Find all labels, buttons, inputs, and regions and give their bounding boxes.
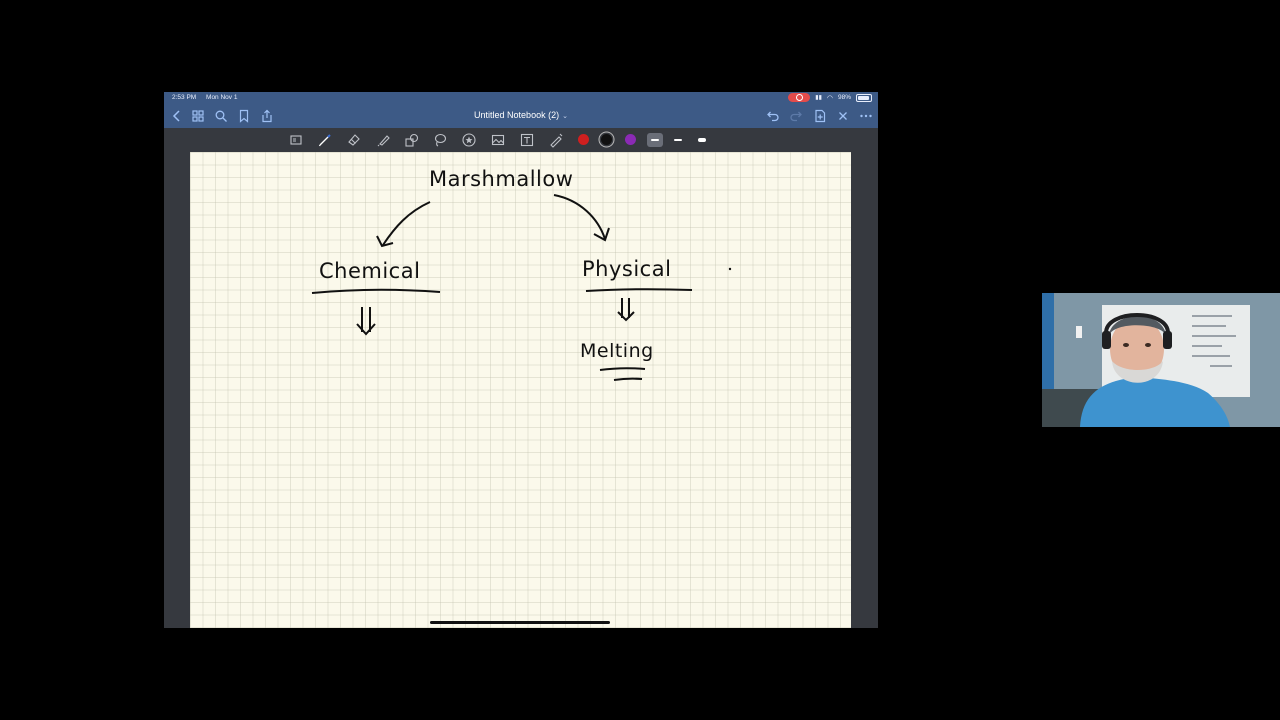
nav-bar: Untitled Notebook (2) ⌄ [164,104,878,128]
shapes-icon[interactable] [404,132,420,148]
double-arrow-chemical [356,307,376,336]
eraser-icon[interactable] [346,132,362,148]
double-arrow-physical [617,298,635,322]
close-icon[interactable] [836,109,850,123]
note-title-word: Marshmallow [429,167,573,191]
image-icon[interactable] [490,132,506,148]
pen-icon[interactable] [317,132,333,148]
laser-pointer-icon[interactable] [548,132,564,148]
undo-icon[interactable] [766,109,780,123]
thickness-thin[interactable] [647,133,663,147]
note-right-branch: Physical [582,257,671,281]
color-purple-swatch[interactable] [625,134,636,145]
read-mode-icon[interactable] [288,132,304,148]
status-bar: 2:53 PM Mon Nov 1 ▮▮ ◠ 98% [164,92,878,104]
thickness-medium[interactable] [670,133,686,147]
underline-physical [585,288,693,292]
lasso-icon[interactable] [432,132,448,148]
battery-percent: 98% [837,94,851,101]
text-icon[interactable] [519,132,535,148]
underline-melting-2 [613,377,643,381]
note-left-branch: Chemical [319,259,420,283]
notebook-title-text: Untitled Notebook (2) [474,110,560,120]
cellular-icon: ▮▮ [815,95,822,101]
sticker-icon[interactable] [461,132,477,148]
status-date: Mon Nov 1 [206,94,238,101]
screen-recording-icon[interactable] [788,93,811,102]
home-indicator[interactable] [430,621,610,624]
arrow-left [382,201,431,246]
underline-chemical [311,288,441,294]
notebook-page[interactable]: Marshmallow Chemical Physical Melting [190,152,851,628]
more-icon[interactable] [859,109,873,123]
handwritten-notes: Marshmallow Chemical Physical Melting [311,167,732,381]
redo-icon[interactable] [789,109,803,123]
battery-icon [856,93,872,102]
color-red-swatch[interactable] [578,134,589,145]
webcam-video [1042,293,1280,427]
color-black-swatch[interactable] [601,134,612,145]
underline-melting-1 [599,367,646,371]
status-time: 2:53 PM [172,94,197,101]
wifi-icon: ◠ [826,94,833,102]
highlighter-icon[interactable] [375,132,391,148]
thickness-thick[interactable] [694,133,710,147]
ipad-screen: 2:53 PM Mon Nov 1 ▮▮ ◠ 98% Untitled Note… [164,92,878,628]
arrow-right [553,194,606,240]
chevron-down-icon: ⌄ [562,113,568,120]
note-right-example: Melting [580,340,654,362]
tool-bar [164,128,878,152]
add-page-icon[interactable] [813,109,827,123]
ink-dot [728,267,732,271]
